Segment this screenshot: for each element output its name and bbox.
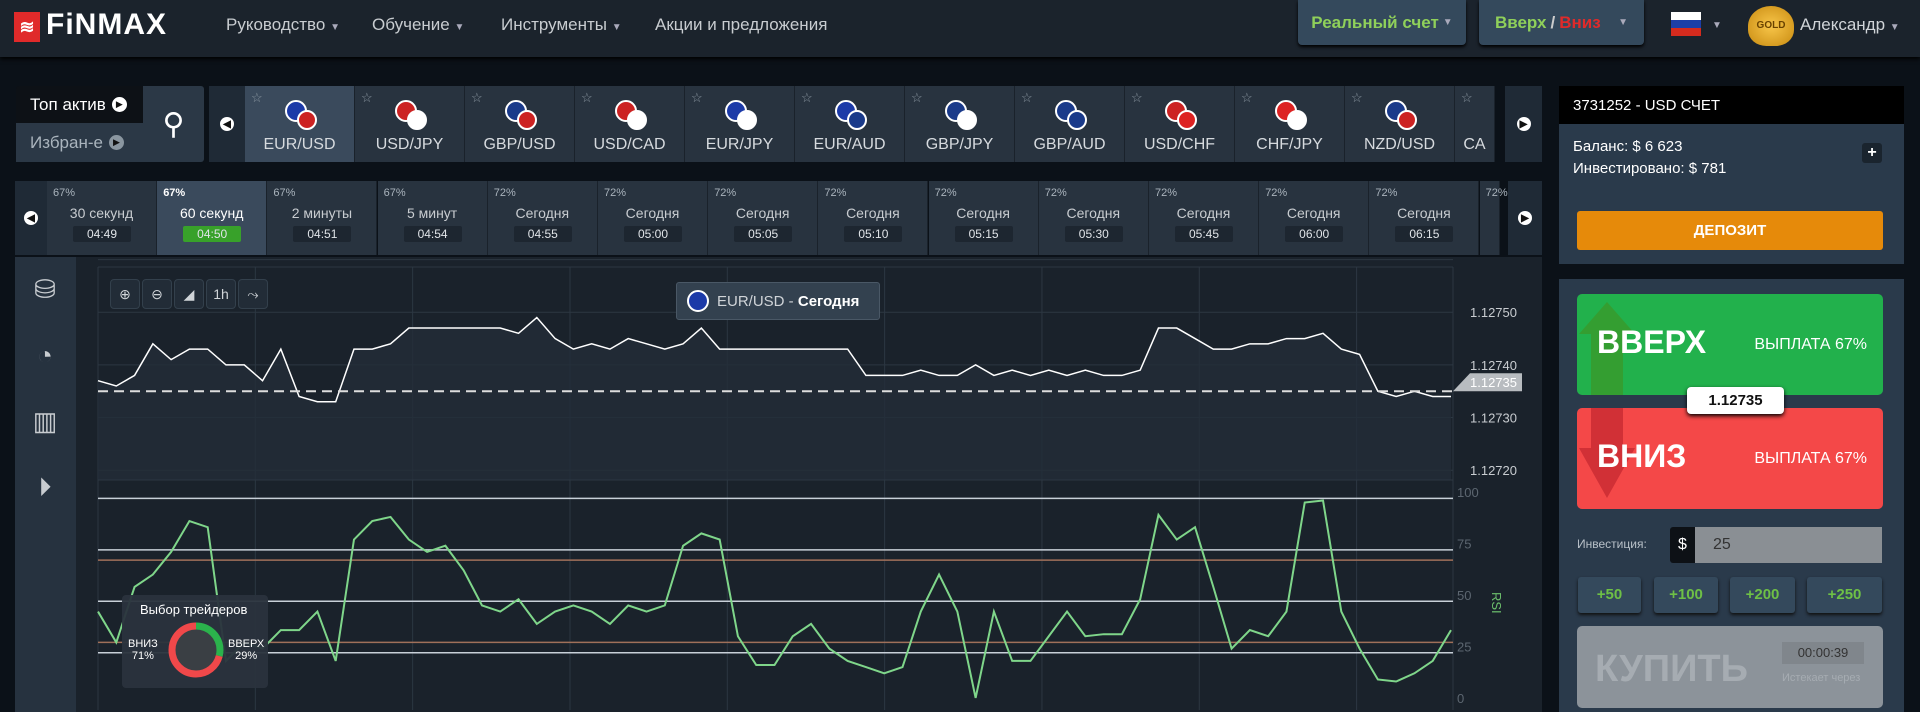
rsi-tick-label: 100: [1457, 485, 1479, 500]
indicator-icon: ⤳: [247, 285, 259, 302]
russia-flag-icon[interactable]: [1671, 12, 1701, 36]
zoom-out-icon: ⊖: [151, 285, 163, 302]
rsi-tick-label: 50: [1457, 588, 1471, 603]
expires-label: Истекает через: [1782, 672, 1861, 684]
chart-type-button[interactable]: ◢: [174, 279, 204, 309]
title-asset: EUR/USD: [717, 292, 785, 310]
rsi-axis-label: RSI: [1489, 592, 1504, 614]
investment-input[interactable]: [1695, 527, 1882, 563]
timeframe-button[interactable]: 1h: [206, 279, 236, 309]
timeframe-label: 1h: [213, 286, 229, 302]
quick-add-100[interactable]: +100: [1654, 577, 1718, 613]
buy-label: КУПИТЬ: [1595, 648, 1748, 690]
price-tick-label: 1.12730: [1470, 411, 1517, 426]
user-name: Александр: [1800, 15, 1886, 34]
zoom-in-icon: ⊕: [119, 285, 131, 302]
down-label: ВНИЗ: [1597, 438, 1687, 474]
up-label: ВВЕРХ: [228, 638, 265, 650]
down-pct: 71%: [131, 650, 154, 662]
user-menu[interactable]: Александр ▼: [1800, 15, 1900, 35]
balance-label: Баланс:: [1573, 138, 1629, 155]
quick-add-200[interactable]: +200: [1730, 577, 1795, 613]
current-price-label: 1.12735: [1470, 375, 1517, 390]
title-sep: -: [784, 292, 798, 310]
price-tick-label: 1.12720: [1470, 463, 1517, 478]
balance-value: $ 6 623: [1632, 138, 1683, 155]
down-button[interactable]: ВНИЗ ВЫПЛАТА 67%: [1577, 408, 1883, 509]
up-label: ВВЕРХ: [1597, 324, 1707, 360]
up-button[interactable]: ВВЕРХ ВЫПЛАТА 67%: [1577, 294, 1883, 395]
investment-label: Инвестиция:: [1577, 537, 1647, 551]
price-area-fill: [98, 317, 1451, 480]
down-label: ВНИЗ: [128, 638, 158, 650]
rsi-tick-label: 75: [1457, 537, 1471, 552]
caret-down-icon[interactable]: ▼: [1712, 20, 1722, 31]
plus-icon: +: [1867, 144, 1877, 161]
badge-text: GOLD: [1756, 20, 1786, 31]
quick-add-50[interactable]: +50: [1578, 577, 1641, 613]
currency-symbol: $: [1670, 527, 1695, 563]
mode-down-label: Вниз: [1559, 12, 1601, 32]
rsi-tick-label: 25: [1457, 640, 1471, 655]
current-price-tag: 1.12735: [1687, 387, 1784, 414]
invested-label: Инвестировано:: [1573, 160, 1685, 177]
traders-choice-title: Выбор трейдеров: [140, 602, 248, 617]
zoom-out-button[interactable]: ⊖: [142, 279, 172, 309]
rsi-tick-label: 0: [1457, 691, 1464, 706]
caret-down-icon: ▼: [1889, 22, 1900, 33]
rsi-line: [97, 499, 1452, 699]
add-funds-button[interactable]: +: [1862, 143, 1882, 163]
eur-usd-flag-icon: [687, 290, 709, 312]
down-payout: ВЫПЛАТА 67%: [1754, 450, 1867, 467]
gold-badge-icon: GOLD: [1748, 6, 1794, 46]
zoom-in-button[interactable]: ⊕: [110, 279, 140, 309]
expiry-timer: 00:00:39: [1782, 642, 1864, 664]
invested-value: $ 781: [1688, 160, 1727, 177]
caret-down-icon: ▼: [1618, 17, 1629, 28]
quick-add-250[interactable]: +250: [1807, 577, 1882, 613]
account-title: 3731252 - USD СЧЕТ: [1559, 86, 1904, 124]
up-payout: ВЫПЛАТА 67%: [1754, 336, 1867, 353]
area-chart-icon: ◢: [183, 285, 195, 302]
title-period: Сегодня: [797, 292, 860, 310]
price-tick-label: 1.12740: [1470, 358, 1517, 373]
indicators-button[interactable]: ⤳: [238, 279, 268, 309]
chart-title: EUR/USD - Сегодня: [676, 282, 880, 320]
deposit-button[interactable]: ДЕПОЗИТ: [1577, 211, 1883, 250]
up-pct: 29%: [235, 650, 258, 662]
buy-button[interactable]: КУПИТЬ 00:00:39 Истекает через: [1577, 626, 1883, 708]
traders-donut: [168, 622, 224, 678]
price-tick-label: 1.12750: [1470, 305, 1517, 320]
